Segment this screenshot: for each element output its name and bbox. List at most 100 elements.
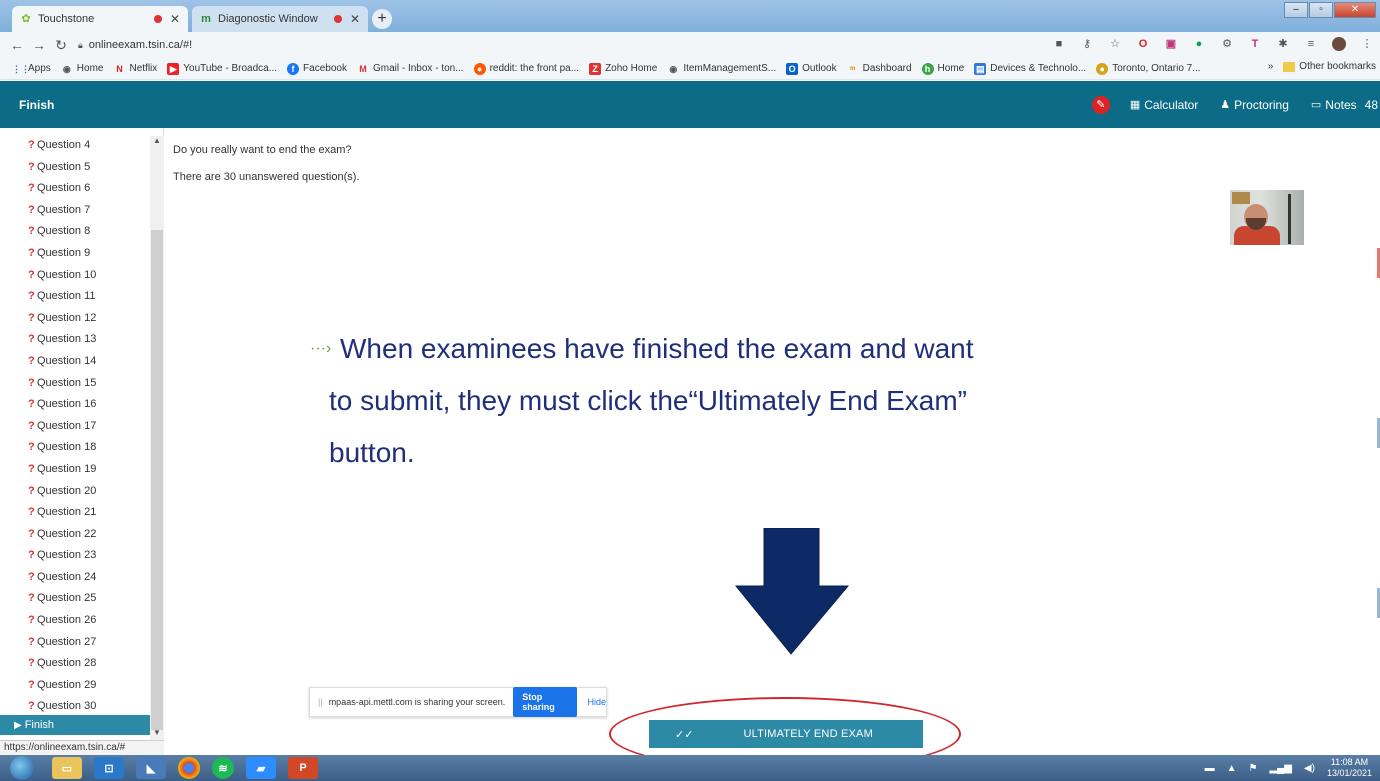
flag-icon[interactable]: ⚑ <box>1248 763 1257 774</box>
bookmark-gmail[interactable]: M Gmail - Inbox - ton... <box>357 63 463 75</box>
bookmark-home[interactable]: ◉ Home <box>61 63 104 75</box>
sidebar-item-question[interactable]: ? Question 15 <box>0 374 150 396</box>
chrome-icon[interactable] <box>178 757 200 779</box>
tablet-app-icon[interactable]: ⊡ <box>94 757 124 779</box>
reading-list-icon[interactable]: ≡ <box>1304 37 1318 51</box>
sidebar-item-question[interactable]: ? Question 6 <box>0 179 150 201</box>
sidebar-item-question[interactable]: ? Question 7 <box>0 201 150 223</box>
sidebar-item-question[interactable]: ? Question 29 <box>0 676 150 698</box>
puzzle-icon[interactable]: ✱ <box>1276 37 1290 51</box>
question-label: Question 8 <box>37 225 91 238</box>
sidebar-item-question[interactable]: ? Question 10 <box>0 266 150 288</box>
sidebar-item-question[interactable]: ? Question 5 <box>0 158 150 180</box>
bookmark-itemmanagement[interactable]: ◉ ItemManagementS... <box>667 63 776 75</box>
sidebar-scrollbar[interactable]: ▲ ▼ <box>150 136 164 740</box>
sidebar-item-question[interactable]: ? Question 9 <box>0 244 150 266</box>
tab-diagnostic-window[interactable]: m Diagonostic Window ✕ <box>192 6 368 32</box>
bookmark-dashboard[interactable]: ᵐ Dashboard <box>847 63 911 75</box>
back-icon[interactable]: ← <box>6 37 28 53</box>
sidebar-item-question[interactable]: ? Question 28 <box>0 654 150 676</box>
drag-handle-icon[interactable]: || <box>318 697 323 707</box>
sidebar-item-question[interactable]: ? Question 4 <box>0 136 150 158</box>
sidebar-item-question[interactable]: ? Question 24 <box>0 568 150 590</box>
bookmark-reddit[interactable]: ● reddit: the front pa... <box>473 62 579 75</box>
extension-icon[interactable]: ⚙ <box>1220 37 1234 51</box>
maximize-button[interactable]: ▫ <box>1309 2 1333 18</box>
sidebar-item-question[interactable]: ? Question 27 <box>0 633 150 655</box>
sidebar-item-question[interactable]: ? Question 12 <box>0 309 150 331</box>
sidebar-item-question[interactable]: ? Question 13 <box>0 330 150 352</box>
sidebar-item-question[interactable]: ? Question 8 <box>0 222 150 244</box>
key-icon[interactable]: ⚷ <box>1080 37 1094 51</box>
tp-extension-icon[interactable]: T <box>1248 37 1262 51</box>
powerpoint-icon[interactable]: P <box>288 757 318 779</box>
tab-touchstone[interactable]: ✿ Touchstone ✕ <box>12 6 188 32</box>
close-icon[interactable]: ✕ <box>350 12 360 26</box>
sidebar-item-question[interactable]: ? Question 18 <box>0 438 150 460</box>
bookmark-home-2[interactable]: h Home <box>921 62 964 75</box>
stop-sharing-button[interactable]: Stop sharing <box>513 687 578 717</box>
reload-icon[interactable]: ↻ <box>50 37 72 54</box>
bookmark-zoho[interactable]: Z Zoho Home <box>589 62 657 75</box>
bookmark-facebook[interactable]: f Facebook <box>287 62 347 75</box>
close-icon[interactable]: ✕ <box>170 12 180 26</box>
sidebar-item-question[interactable]: ? Question 22 <box>0 525 150 547</box>
proctoring-button[interactable]: ♟ Proctoring <box>1220 98 1289 112</box>
clock[interactable]: 11:08 AM 13/01/2021 <box>1327 757 1372 779</box>
signal-icon[interactable]: ▂▄▆ <box>1269 763 1291 774</box>
ultimately-end-exam-button[interactable]: ✓✓ ULTIMATELY END EXAM <box>649 720 923 748</box>
spotify-icon[interactable]: ≋ <box>212 757 234 779</box>
question-label: Question 19 <box>37 462 97 475</box>
hide-button[interactable]: Hide <box>587 697 606 707</box>
bookmark-toronto[interactable]: ● Toronto, Ontario 7... <box>1096 62 1201 75</box>
bookmark-youtube[interactable]: ▶ YouTube - Broadca... <box>167 62 277 75</box>
bookmark-devices[interactable]: ▤ Devices & Technolo... <box>974 62 1086 75</box>
sidebar-item-finish[interactable]: ▶ Finish <box>0 715 152 735</box>
question-label: Question 11 <box>37 290 96 303</box>
sidebar-item-question[interactable]: ? Question 11 <box>0 287 150 309</box>
teamviewer-icon[interactable]: ◣ <box>136 757 166 779</box>
scroll-down-icon[interactable]: ▼ <box>150 728 164 740</box>
calculator-button[interactable]: ▦ Calculator <box>1130 98 1198 112</box>
opera-extension-icon[interactable]: O <box>1136 37 1150 51</box>
bookmark-apps[interactable]: ⋮⋮ Apps <box>12 63 51 75</box>
scrollbar-thumb[interactable] <box>151 230 163 730</box>
camera-icon[interactable]: ■ <box>1052 37 1066 51</box>
menu-icon[interactable]: ⋮ <box>1360 37 1374 51</box>
question-label: Question 17 <box>37 419 97 432</box>
bookmark-netflix[interactable]: N Netflix <box>113 63 157 75</box>
question-label: Question 30 <box>37 700 97 713</box>
start-button[interactable] <box>10 756 34 780</box>
recording-indicator-icon <box>333 15 342 23</box>
scroll-up-icon[interactable]: ▲ <box>150 136 164 148</box>
profile-avatar[interactable] <box>1332 37 1346 51</box>
chevron-right-icon[interactable]: » <box>1268 61 1274 72</box>
window-close-button[interactable]: ✕ <box>1334 2 1376 18</box>
sidebar-item-question[interactable]: ? Question 20 <box>0 482 150 504</box>
sidebar-item-question[interactable]: ? Question 17 <box>0 417 150 439</box>
grammarly-icon[interactable]: ● <box>1192 37 1206 51</box>
sidebar-item-question[interactable]: ? Question 14 <box>0 352 150 374</box>
sidebar-item-question[interactable]: ? Question 19 <box>0 460 150 482</box>
tray-expand-icon[interactable]: ▲ <box>1227 763 1237 774</box>
url-field[interactable]: 🔒︎ onlineexam.tsin.ca/#! <box>78 39 192 51</box>
volume-icon[interactable]: ◀) <box>1304 763 1315 774</box>
sidebar-item-question[interactable]: ? Question 25 <box>0 589 150 611</box>
star-icon[interactable]: ☆ <box>1108 37 1122 51</box>
zoom-icon[interactable]: ▰ <box>246 757 276 779</box>
sidebar-item-question[interactable]: ? Question 21 <box>0 503 150 525</box>
unanswered-icon: ? <box>28 657 35 670</box>
minimize-button[interactable]: ‒ <box>1284 2 1308 18</box>
sidebar-item-question[interactable]: ? Question 23 <box>0 546 150 568</box>
pen-disabled-icon[interactable]: ✎ <box>1091 95 1110 114</box>
new-tab-button[interactable]: + <box>372 9 392 29</box>
explorer-icon[interactable]: ▭ <box>52 757 82 779</box>
keyboard-icon[interactable]: ▬ <box>1205 763 1215 774</box>
sidebar-item-question[interactable]: ? Question 26 <box>0 611 150 633</box>
forward-icon[interactable]: → <box>28 37 50 53</box>
notes-button[interactable]: ▭ Notes <box>1311 98 1357 112</box>
bookmark-outlook[interactable]: O Outlook <box>786 62 837 75</box>
sidebar-item-question[interactable]: ? Question 16 <box>0 395 150 417</box>
extension-icon[interactable]: ▣ <box>1164 37 1178 51</box>
other-bookmarks[interactable]: Other bookmarks <box>1299 61 1376 72</box>
